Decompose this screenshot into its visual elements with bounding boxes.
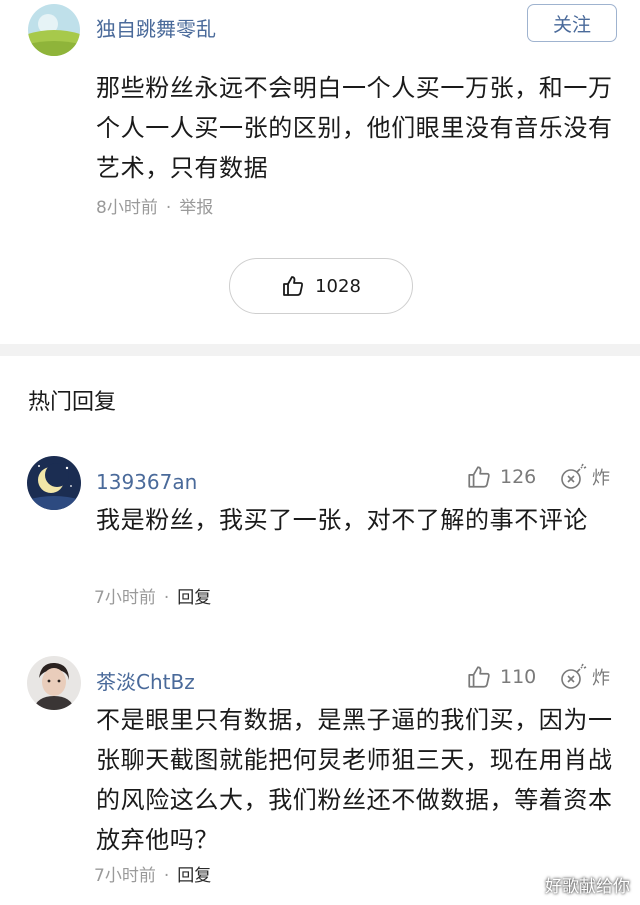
reply-like-button[interactable]: 110 [466,664,536,690]
reply-item: 茶淡ChtBz 110 炸 不是眼里只有数据，是黑子逼的我们买，因为一张聊天截图… [0,656,640,896]
reply-time: 7小时前 [94,866,156,886]
report-link[interactable]: 举报 [179,198,213,218]
follow-button[interactable]: 关注 [527,4,617,42]
meta-dot: · [163,866,170,886]
section-divider [0,344,640,356]
post-text: 那些粉丝永远不会明白一个人买一万张，和一万个人一人买一张的区别，他们眼里没有音乐… [96,74,613,182]
reply-username[interactable]: 茶淡ChtBz [96,668,195,696]
bomb-icon [561,463,587,489]
bomb-icon [561,663,587,689]
author-avatar[interactable] [28,4,80,56]
author-name[interactable]: 独自跳舞零乱 [96,15,216,43]
thumbs-up-icon [283,276,304,296]
watermark-text: 好歌献给你 [545,877,630,897]
thumbs-up-icon [468,466,490,488]
reply-avatar[interactable] [27,456,81,510]
comment-page: 独自跳舞零乱 关注 那些粉丝永远不会明白一个人买一万张，和一万个人一人买一张的区… [0,0,640,905]
reply-item: 139367an 126 炸 我是粉丝，我买了一张，对不了解的事不评论 7小时前… [0,456,640,616]
reply-like-count: 126 [500,466,537,488]
reply-like-count: 110 [500,666,537,688]
reply-like-button[interactable]: 126 [466,464,536,490]
thumbs-up-icon [468,666,490,688]
reply-bomb-label: 炸 [592,468,610,489]
reply-time: 7小时前 [94,588,156,608]
reply-bomb-button[interactable]: 炸 [558,662,610,692]
post-like-count: 1028 [315,275,361,297]
post-time: 8小时前 [96,198,158,218]
main-post: 独自跳舞零乱 关注 那些粉丝永远不会明白一个人买一万张，和一万个人一人买一张的区… [0,0,640,344]
post-meta: 8小时前 · 举报 [96,194,213,222]
reply-meta: 7小时前 · 回复 [94,862,211,890]
reply-link[interactable]: 回复 [177,866,211,886]
reply-meta: 7小时前 · 回复 [94,584,211,612]
meta-dot: · [163,588,170,608]
reply-bomb-label: 炸 [592,668,610,689]
reply-text: 我是粉丝，我买了一张，对不了解的事不评论 [96,506,588,534]
meta-dot: · [165,198,172,218]
reply-link[interactable]: 回复 [177,588,211,608]
hot-replies-title: 热门回复 [28,390,117,415]
reply-avatar[interactable] [27,656,81,710]
reply-text: 不是眼里只有数据，是黑子逼的我们买，因为一张聊天截图就能把何炅老师狙三天，现在用… [96,706,613,854]
post-like-button[interactable]: 1028 [229,258,413,314]
reply-bomb-button[interactable]: 炸 [558,462,610,492]
reply-username[interactable]: 139367an [96,468,197,496]
